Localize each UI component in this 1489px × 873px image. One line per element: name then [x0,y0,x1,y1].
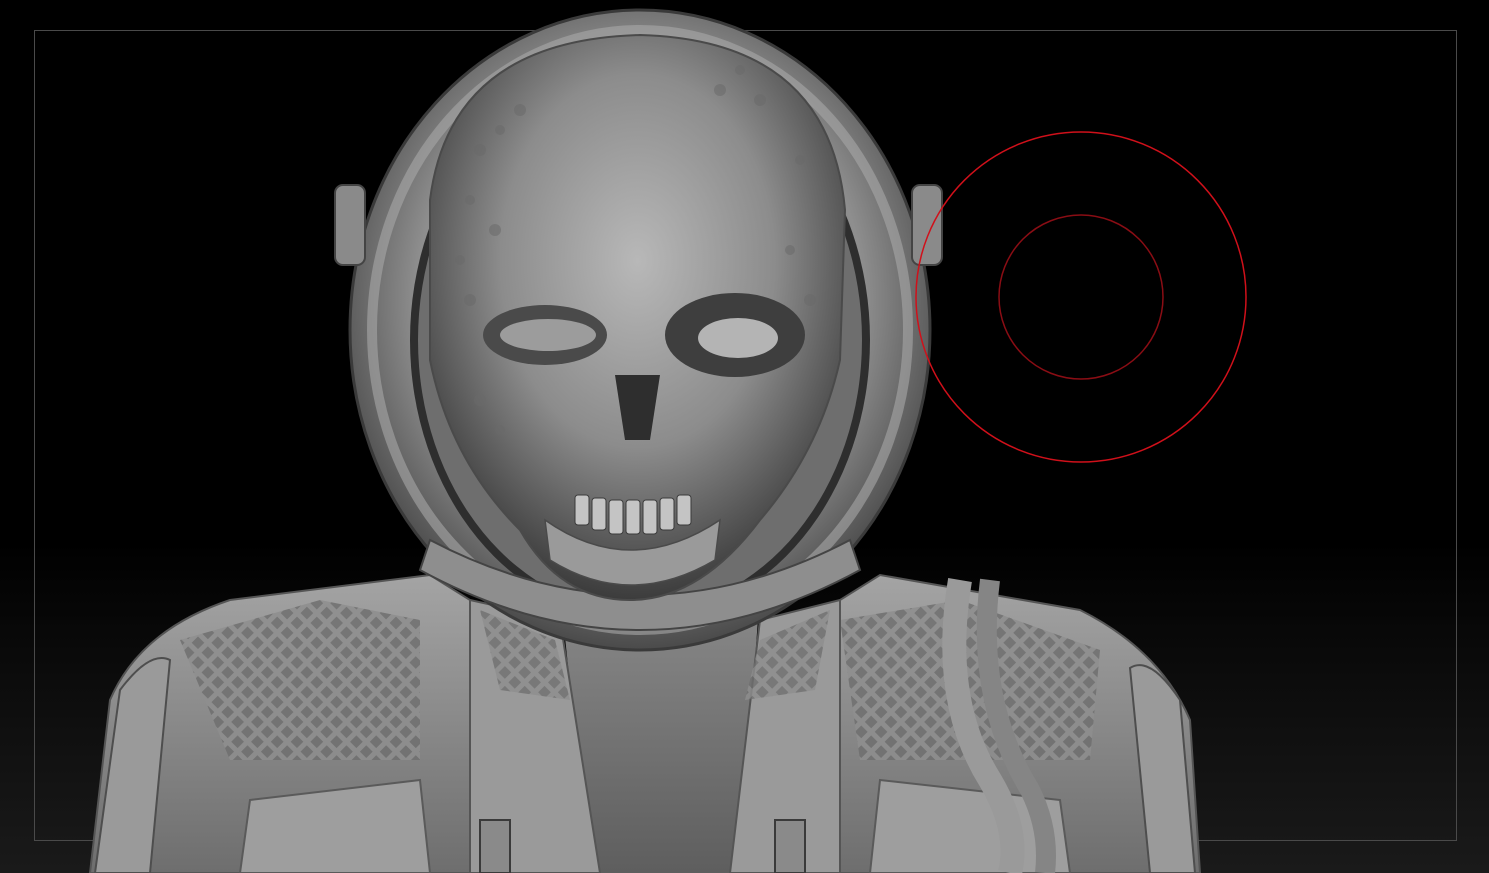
sculpt-viewport[interactable] [0,0,1489,873]
sculpt-model[interactable] [0,0,1489,873]
